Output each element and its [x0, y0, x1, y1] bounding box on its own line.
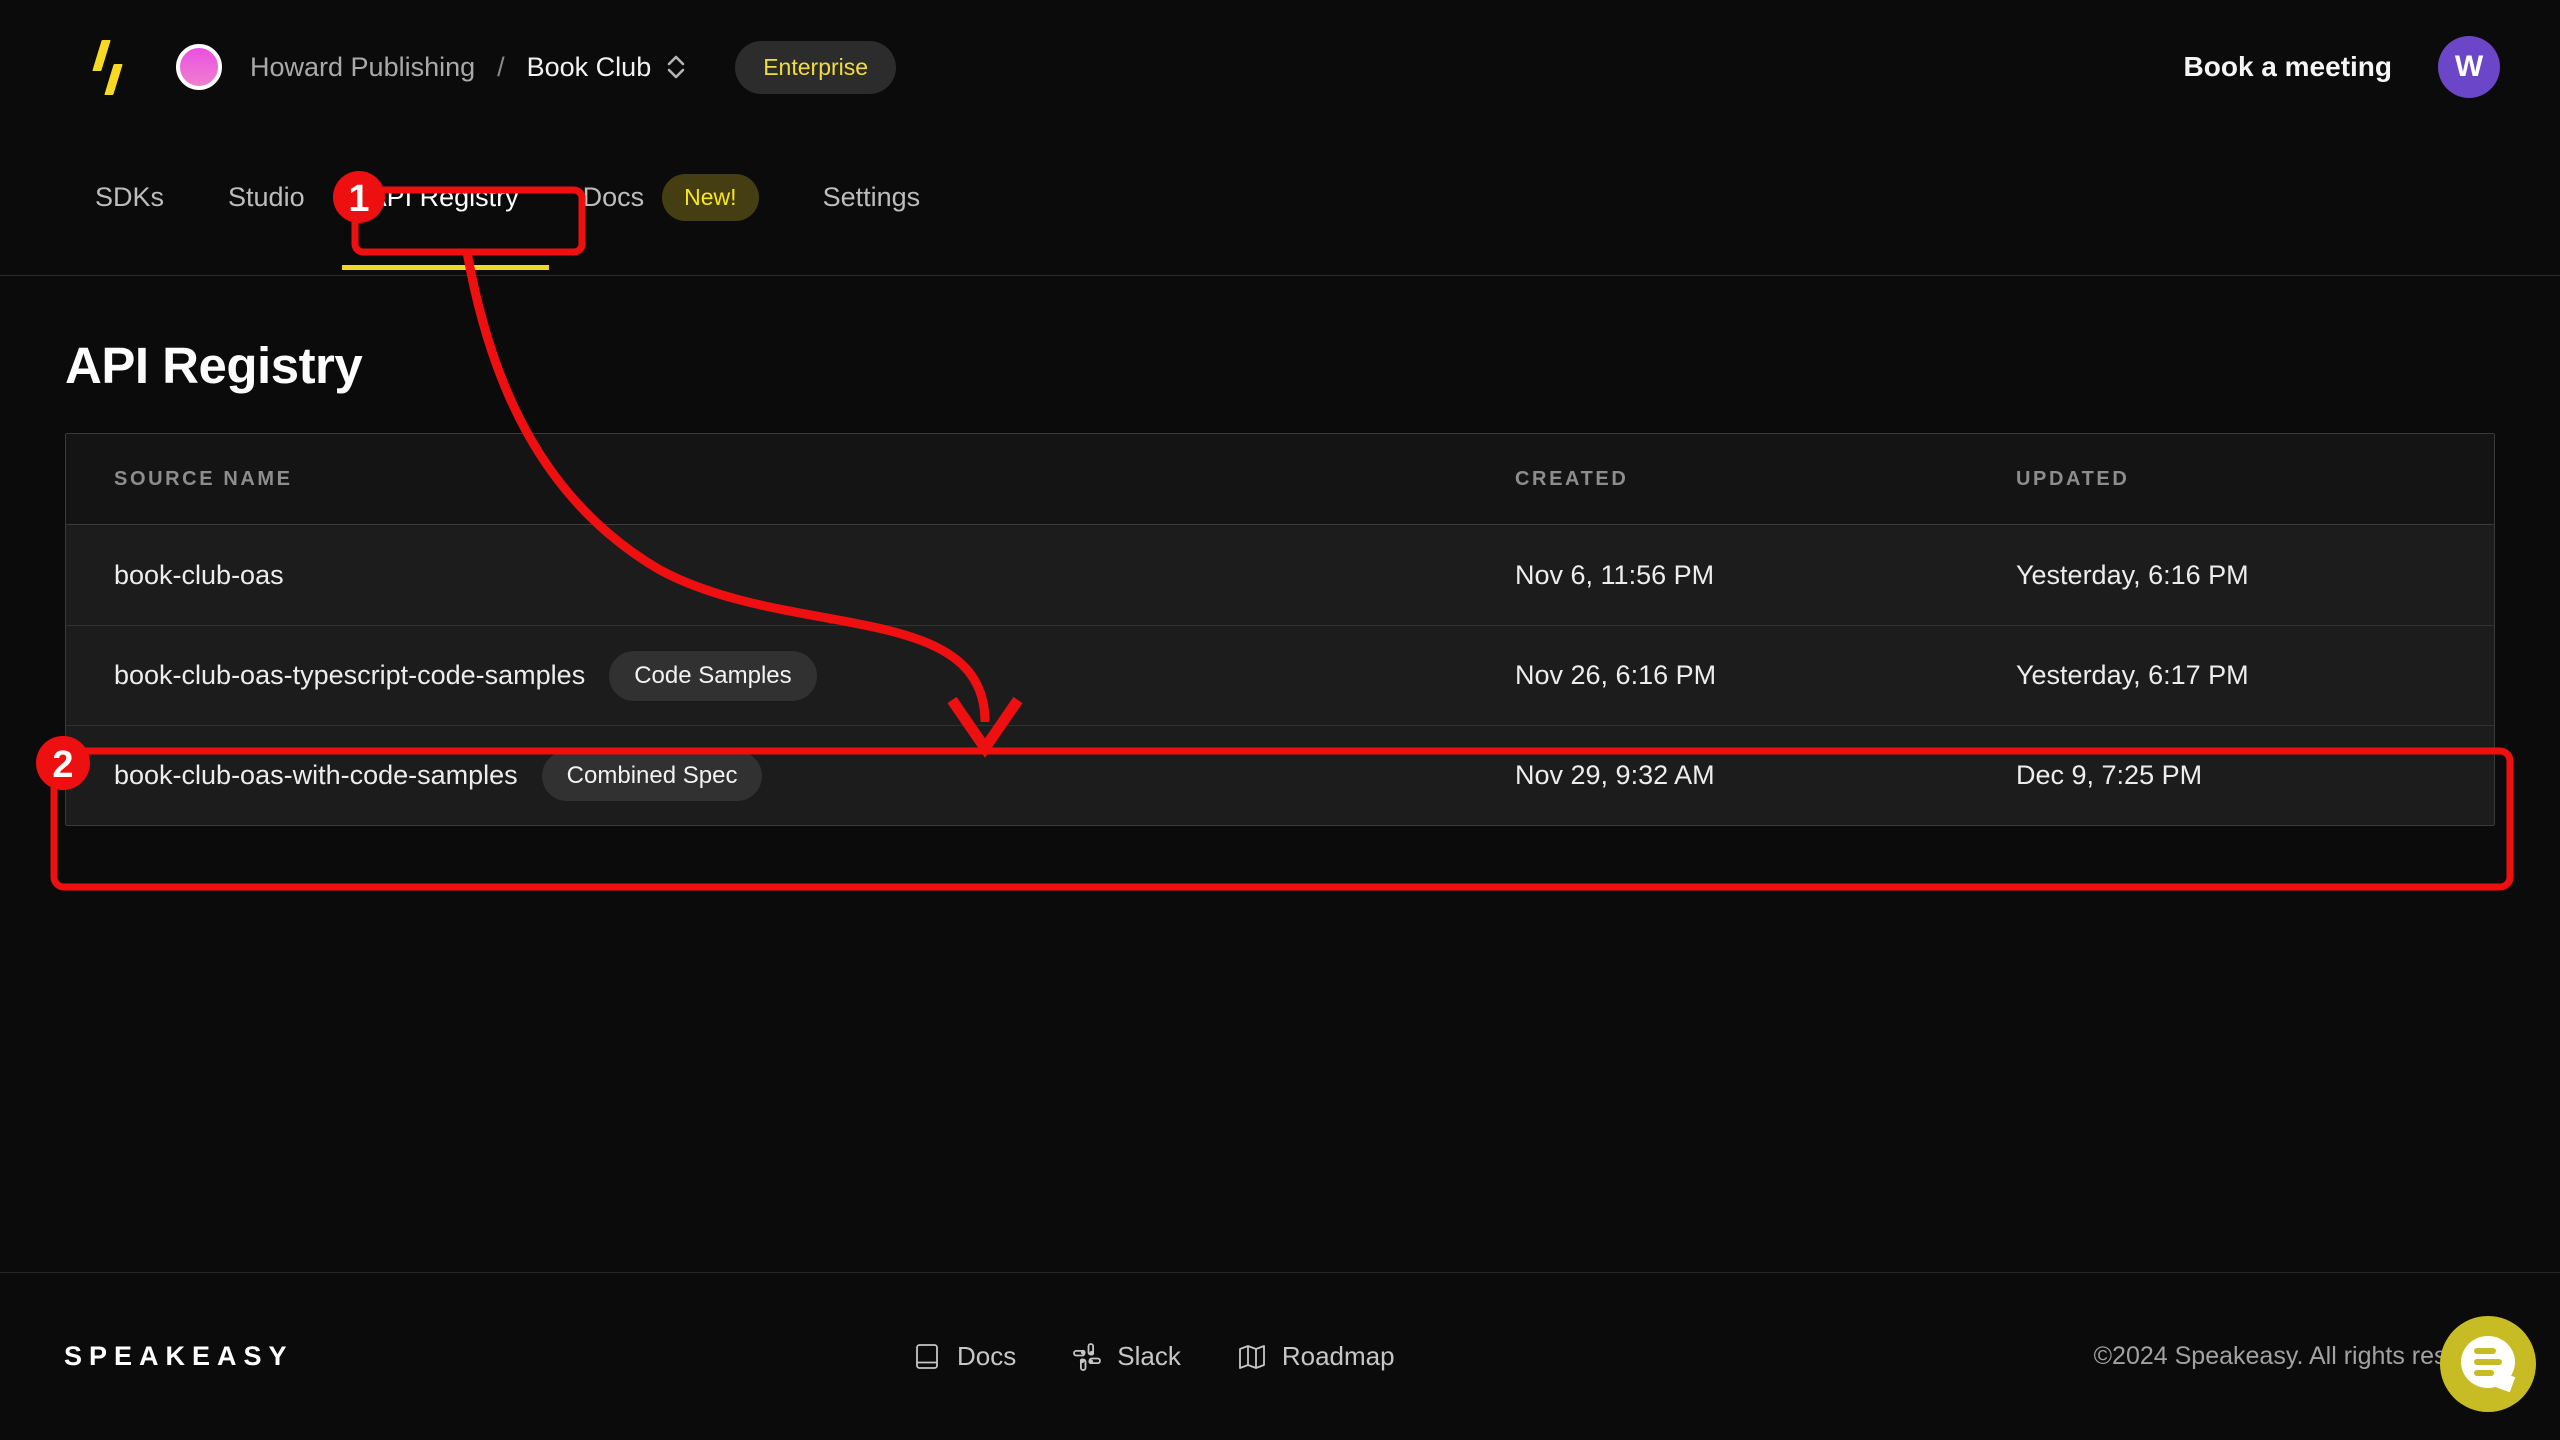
column-created: CREATED: [1515, 468, 2016, 491]
table-row-typescript-code-samples[interactable]: book-club-oas-typescript-code-samples Co…: [66, 625, 2494, 725]
tab-sdks[interactable]: SDKs: [95, 120, 164, 275]
source-name: book-club-oas: [114, 560, 284, 591]
footer-link-docs[interactable]: Docs: [912, 1341, 1016, 1372]
page-title: API Registry: [65, 336, 2560, 395]
created-value: Nov 26, 6:16 PM: [1515, 660, 2016, 691]
column-source-name: SOURCE NAME: [114, 468, 1515, 491]
created-value: Nov 6, 11:56 PM: [1515, 560, 2016, 591]
workspace-selector[interactable]: Book Club: [527, 52, 688, 83]
top-bar: Howard Publishing / Book Club Enterprise…: [0, 0, 2560, 120]
chevron-up-down-icon: [665, 53, 687, 81]
footer: SPEAKEASY Docs Sl: [0, 1272, 2560, 1440]
new-badge: New!: [662, 174, 758, 221]
main-nav-tabs: SDKs Studio API Registry Docs New! Setti…: [0, 120, 2560, 276]
column-updated: UPDATED: [2016, 468, 2494, 491]
source-name: book-club-oas-with-code-samples: [114, 760, 518, 791]
book-a-meeting-button[interactable]: Book a meeting: [2184, 51, 2392, 83]
tab-settings[interactable]: Settings: [823, 120, 921, 275]
tab-docs[interactable]: Docs New!: [583, 120, 759, 275]
tab-api-registry[interactable]: API Registry: [369, 120, 519, 275]
updated-value: Yesterday, 6:16 PM: [2016, 560, 2494, 591]
breadcrumb-separator: /: [497, 52, 505, 83]
book-icon: [912, 1342, 942, 1372]
speech-bubble-icon: [2461, 1336, 2515, 1388]
breadcrumb-workspace: Book Club: [527, 52, 652, 83]
sources-table: SOURCE NAME CREATED UPDATED book-club-oa…: [65, 433, 2495, 826]
table-header-row: SOURCE NAME CREATED UPDATED: [66, 434, 2494, 525]
user-initial: W: [2455, 50, 2483, 84]
workspace-avatar[interactable]: [176, 44, 222, 90]
user-avatar[interactable]: W: [2438, 36, 2500, 98]
map-icon: [1237, 1342, 1267, 1372]
source-name: book-club-oas-typescript-code-samples: [114, 660, 585, 691]
created-value: Nov 29, 9:32 AM: [1515, 760, 2016, 791]
tag-badge: Combined Spec: [542, 751, 763, 801]
footer-link-roadmap[interactable]: Roadmap: [1237, 1341, 1395, 1372]
chat-launcher-button[interactable]: [2440, 1316, 2536, 1412]
slack-icon: [1072, 1342, 1102, 1372]
breadcrumb-org: Howard Publishing: [250, 52, 475, 83]
table-row-with-code-samples[interactable]: book-club-oas-with-code-samples Combined…: [66, 725, 2494, 825]
footer-link-slack[interactable]: Slack: [1072, 1341, 1181, 1372]
speakeasy-logo-icon[interactable]: [90, 38, 126, 96]
table-row-book-club-oas[interactable]: book-club-oas Nov 6, 11:56 PM Yesterday,…: [66, 525, 2494, 625]
speakeasy-wordmark: SPEAKEASY: [64, 1273, 294, 1440]
tag-badge: Code Samples: [609, 651, 816, 701]
updated-value: Dec 9, 7:25 PM: [2016, 760, 2494, 791]
updated-value: Yesterday, 6:17 PM: [2016, 660, 2494, 691]
plan-badge: Enterprise: [735, 41, 896, 94]
tab-studio[interactable]: Studio: [228, 120, 305, 275]
